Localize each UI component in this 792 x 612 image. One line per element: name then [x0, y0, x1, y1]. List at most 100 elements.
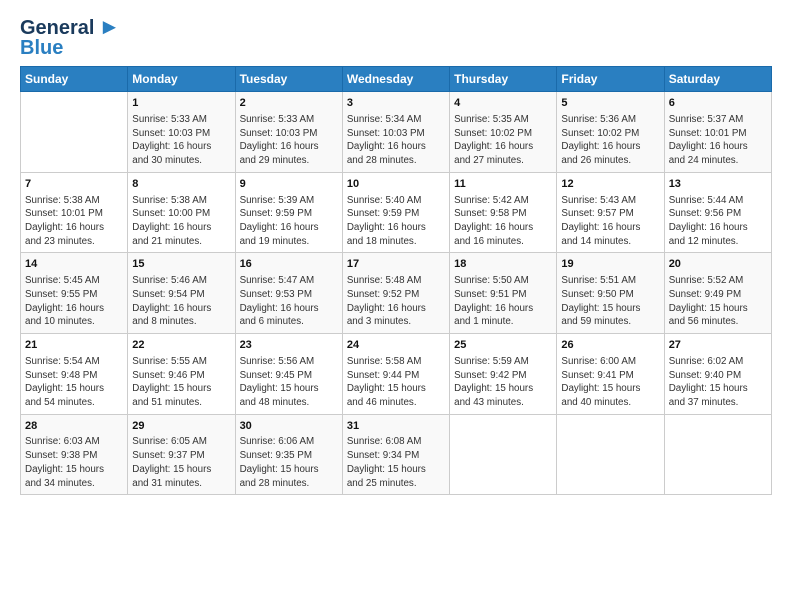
day-number: 7 — [25, 177, 123, 192]
cell-content: Sunrise: 5:47 AMSunset: 9:53 PMDaylight:… — [240, 274, 338, 329]
cell-content: Sunrise: 5:51 AMSunset: 9:50 PMDaylight:… — [561, 274, 659, 329]
day-number: 19 — [561, 257, 659, 272]
day-number: 3 — [347, 96, 445, 111]
cell-content: Sunrise: 5:40 AMSunset: 9:59 PMDaylight:… — [347, 194, 445, 249]
cell-content: Sunrise: 5:33 AMSunset: 10:03 PMDaylight… — [132, 113, 230, 168]
day-number: 29 — [132, 419, 230, 434]
day-number: 12 — [561, 177, 659, 192]
calendar-cell: 1 Sunrise: 5:33 AMSunset: 10:03 PMDayligh… — [128, 92, 235, 173]
calendar-cell: 14 Sunrise: 5:45 AMSunset: 9:55 PMDayligh… — [21, 253, 128, 334]
logo-general: General — [20, 17, 94, 39]
calendar-cell: 26Sunrise: 6:00 AMSunset: 9:41 PMDayligh… — [557, 333, 664, 414]
calendar-cell: 17Sunrise: 5:48 AMSunset: 9:52 PMDayligh… — [342, 253, 449, 334]
day-number: 13 — [669, 177, 767, 192]
day-number: 25 — [454, 338, 552, 353]
cell-content: Sunrise: 5:46 AMSunset: 9:54 PMDaylight:… — [132, 274, 230, 329]
cell-content: Sunrise: 5:38 AMSunset: 10:00 PMDaylight… — [132, 194, 230, 249]
day-number: 24 — [347, 338, 445, 353]
cell-content: Sunrise: 5:50 AMSunset: 9:51 PMDaylight:… — [454, 274, 552, 329]
calendar-table: SundayMondayTuesdayWednesdayThursdayFrid… — [20, 66, 772, 495]
day-number: 2 — [240, 96, 338, 111]
cell-content: Sunrise: 5:37 AMSunset: 10:01 PMDaylight… — [669, 113, 767, 168]
calendar-cell: 31Sunrise: 6:08 AMSunset: 9:34 PMDayligh… — [342, 414, 449, 495]
calendar-cell: 11Sunrise: 5:42 AMSunset: 9:58 PMDayligh… — [450, 172, 557, 253]
calendar-cell: 13Sunrise: 5:44 AMSunset: 9:56 PMDayligh… — [664, 172, 771, 253]
day-number: 23 — [240, 338, 338, 353]
day-number: 5 — [561, 96, 659, 111]
calendar-cell — [557, 414, 664, 495]
cell-content: Sunrise: 5:52 AMSunset: 9:49 PMDaylight:… — [669, 274, 767, 329]
cell-content: Sunrise: 5:33 AMSunset: 10:03 PMDaylight… — [240, 113, 338, 168]
cell-content: Sunrise: 5:43 AMSunset: 9:57 PMDaylight:… — [561, 194, 659, 249]
calendar-cell: 16 Sunrise: 5:47 AMSunset: 9:53 PMDayligh… — [235, 253, 342, 334]
day-number: 9 — [240, 177, 338, 192]
calendar-cell: 29Sunrise: 6:05 AMSunset: 9:37 PMDayligh… — [128, 414, 235, 495]
page: General ► Blue SundayMondayTuesdayWednes… — [0, 0, 792, 612]
day-number: 16 — [240, 257, 338, 272]
day-number: 28 — [25, 419, 123, 434]
calendar-cell — [450, 414, 557, 495]
day-header-saturday: Saturday — [664, 67, 771, 92]
day-number: 26 — [561, 338, 659, 353]
calendar-cell: 8Sunrise: 5:38 AMSunset: 10:00 PMDayligh… — [128, 172, 235, 253]
week-row-2: 7 Sunrise: 5:38 AMSunset: 10:01 PMDayligh… — [21, 172, 772, 253]
calendar-cell: 23 Sunrise: 5:56 AMSunset: 9:45 PMDayligh… — [235, 333, 342, 414]
cell-content: Sunrise: 6:06 AMSunset: 9:35 PMDaylight:… — [240, 435, 338, 490]
calendar-cell: 5 Sunrise: 5:36 AMSunset: 10:02 PMDayligh… — [557, 92, 664, 173]
day-header-monday: Monday — [128, 67, 235, 92]
logo: General ► Blue — [20, 16, 120, 58]
cell-content: Sunrise: 5:59 AMSunset: 9:42 PMDaylight:… — [454, 355, 552, 410]
cell-content: Sunrise: 5:39 AMSunset: 9:59 PMDaylight:… — [240, 194, 338, 249]
logo-arrow-icon: ► — [98, 14, 120, 40]
day-number: 14 — [25, 257, 123, 272]
calendar-cell: 7 Sunrise: 5:38 AMSunset: 10:01 PMDayligh… — [21, 172, 128, 253]
calendar-cell: 30Sunrise: 6:06 AMSunset: 9:35 PMDayligh… — [235, 414, 342, 495]
calendar-cell: 2 Sunrise: 5:33 AMSunset: 10:03 PMDayligh… — [235, 92, 342, 173]
calendar-cell: 4Sunrise: 5:35 AMSunset: 10:02 PMDayligh… — [450, 92, 557, 173]
calendar-cell: 10 Sunrise: 5:40 AMSunset: 9:59 PMDayligh… — [342, 172, 449, 253]
day-number: 15 — [132, 257, 230, 272]
calendar-cell: 6 Sunrise: 5:37 AMSunset: 10:01 PMDayligh… — [664, 92, 771, 173]
calendar-cell: 18 Sunrise: 5:50 AMSunset: 9:51 PMDayligh… — [450, 253, 557, 334]
cell-content: Sunrise: 5:56 AMSunset: 9:45 PMDaylight:… — [240, 355, 338, 410]
day-number: 27 — [669, 338, 767, 353]
header: General ► Blue — [20, 16, 772, 58]
day-number: 11 — [454, 177, 552, 192]
calendar-cell: 3 Sunrise: 5:34 AMSunset: 10:03 PMDayligh… — [342, 92, 449, 173]
calendar-cell: 22Sunrise: 5:55 AMSunset: 9:46 PMDayligh… — [128, 333, 235, 414]
cell-content: Sunrise: 5:58 AMSunset: 9:44 PMDaylight:… — [347, 355, 445, 410]
calendar-cell: 24 Sunrise: 5:58 AMSunset: 9:44 PMDayligh… — [342, 333, 449, 414]
cell-content: Sunrise: 5:55 AMSunset: 9:46 PMDaylight:… — [132, 355, 230, 410]
calendar-cell: 27 Sunrise: 6:02 AMSunset: 9:40 PMDayligh… — [664, 333, 771, 414]
cell-content: Sunrise: 5:36 AMSunset: 10:02 PMDaylight… — [561, 113, 659, 168]
day-header-tuesday: Tuesday — [235, 67, 342, 92]
calendar-cell: 12 Sunrise: 5:43 AMSunset: 9:57 PMDayligh… — [557, 172, 664, 253]
day-header-thursday: Thursday — [450, 67, 557, 92]
cell-content: Sunrise: 6:03 AMSunset: 9:38 PMDaylight:… — [25, 435, 123, 490]
cell-content: Sunrise: 6:05 AMSunset: 9:37 PMDaylight:… — [132, 435, 230, 490]
day-number: 1 — [132, 96, 230, 111]
calendar-cell: 9 Sunrise: 5:39 AMSunset: 9:59 PMDaylight… — [235, 172, 342, 253]
calendar-cell: 15 Sunrise: 5:46 AMSunset: 9:54 PMDayligh… — [128, 253, 235, 334]
day-number: 31 — [347, 419, 445, 434]
day-header-wednesday: Wednesday — [342, 67, 449, 92]
day-number: 18 — [454, 257, 552, 272]
cell-content: Sunrise: 5:38 AMSunset: 10:01 PMDaylight… — [25, 194, 123, 249]
day-number: 20 — [669, 257, 767, 272]
logo-blue: Blue — [20, 38, 63, 58]
cell-content: Sunrise: 6:02 AMSunset: 9:40 PMDaylight:… — [669, 355, 767, 410]
day-number: 6 — [669, 96, 767, 111]
day-number: 30 — [240, 419, 338, 434]
cell-content: Sunrise: 5:54 AMSunset: 9:48 PMDaylight:… — [25, 355, 123, 410]
calendar-cell: 25 Sunrise: 5:59 AMSunset: 9:42 PMDayligh… — [450, 333, 557, 414]
day-number: 10 — [347, 177, 445, 192]
day-header-friday: Friday — [557, 67, 664, 92]
cell-content: Sunrise: 6:08 AMSunset: 9:34 PMDaylight:… — [347, 435, 445, 490]
week-row-4: 21Sunrise: 5:54 AMSunset: 9:48 PMDayligh… — [21, 333, 772, 414]
cell-content: Sunrise: 5:45 AMSunset: 9:55 PMDaylight:… — [25, 274, 123, 329]
calendar-cell: 21Sunrise: 5:54 AMSunset: 9:48 PMDayligh… — [21, 333, 128, 414]
calendar-cell — [21, 92, 128, 173]
calendar-cell: 19 Sunrise: 5:51 AMSunset: 9:50 PMDayligh… — [557, 253, 664, 334]
cell-content: Sunrise: 5:35 AMSunset: 10:02 PMDaylight… — [454, 113, 552, 168]
cell-content: Sunrise: 5:34 AMSunset: 10:03 PMDaylight… — [347, 113, 445, 168]
